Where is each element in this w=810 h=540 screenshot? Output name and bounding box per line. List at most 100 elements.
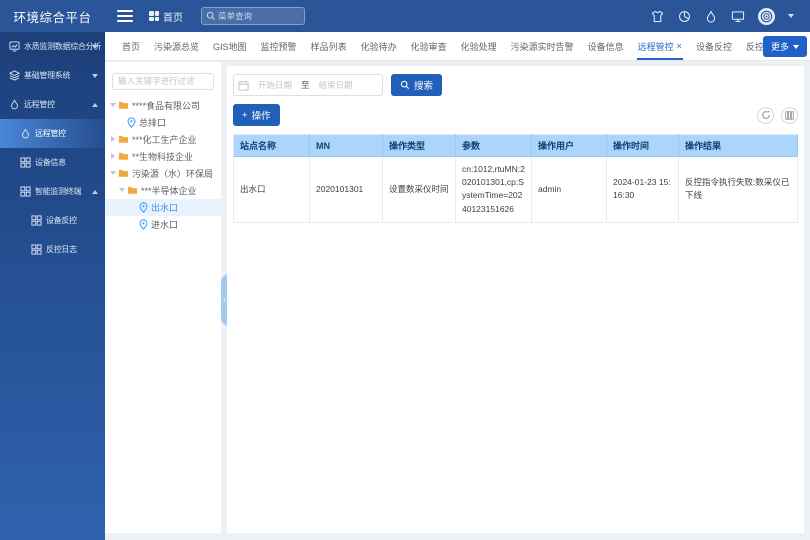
sidebar-item[interactable]: 远程管控	[0, 119, 105, 148]
sidebar-item[interactable]: 智能监测终端	[0, 177, 105, 206]
chevron-down-icon[interactable]	[788, 14, 794, 18]
remote-icon	[9, 99, 20, 110]
tab[interactable]: 污染源总览	[147, 32, 206, 60]
column-header: 操作时间	[607, 135, 679, 157]
menu-search	[201, 7, 305, 25]
site-tree-panel: ****食品有限公司总排口***化工生产企业**生物科技企业污染源（水）环保局*…	[105, 62, 221, 533]
refresh-icon	[761, 110, 771, 120]
sidebar-item[interactable]: 设备反控	[0, 206, 105, 235]
tab[interactable]: 远程管控×	[631, 32, 689, 60]
tree-node[interactable]: ***半导体企业	[105, 182, 221, 199]
caret-icon[interactable]	[117, 188, 126, 192]
menu-search-input[interactable]	[218, 8, 302, 24]
close-icon[interactable]: ×	[677, 42, 682, 51]
grid-icon	[31, 244, 42, 255]
grid-icon	[20, 186, 31, 197]
table-header-row: 站点名称MN操作类型参数操作用户操作时间操作结果	[234, 135, 798, 157]
folder-icon	[118, 151, 129, 161]
grid-icon	[31, 215, 42, 226]
table-cell: 2020101301	[310, 157, 383, 223]
tab[interactable]: 首页	[115, 32, 147, 60]
tab[interactable]: 化验处理	[454, 32, 504, 60]
pie-chart-icon[interactable]	[677, 9, 691, 23]
tab-bar: 首页污染源总览GIS地图监控预警样品列表化验待办化验审查化验处理污染源实时告警设…	[105, 32, 810, 61]
search-button[interactable]: 搜索	[391, 74, 442, 96]
tree-node[interactable]: 进水口	[105, 216, 221, 233]
tree-node[interactable]: 出水口	[105, 199, 221, 216]
app-title: 环境综合平台	[0, 7, 105, 26]
action-button[interactable]: + 操作	[233, 104, 280, 126]
header-home-link[interactable]: 首页	[149, 9, 183, 24]
sidebar-item[interactable]: 基础管理系统	[0, 61, 105, 90]
table-cell: 2024-01-23 15:16:30	[607, 157, 679, 223]
tab[interactable]: 化验待办	[354, 32, 404, 60]
pin-icon	[139, 219, 148, 230]
caret-icon[interactable]	[108, 153, 117, 159]
more-tabs-button[interactable]: 更多	[763, 36, 807, 57]
content-area: ****食品有限公司总排口***化工生产企业**生物科技企业污染源（水）环保局*…	[105, 62, 810, 540]
tree-node[interactable]: ****食品有限公司	[105, 97, 221, 114]
column-settings-button[interactable]	[781, 107, 798, 124]
table-cell: 反控指令执行失败:数采仪已下线	[679, 157, 798, 223]
remote-icon	[20, 128, 31, 139]
flame-icon[interactable]	[704, 9, 718, 23]
table-cell: 出水口	[234, 157, 310, 223]
tab[interactable]: 监控预警	[254, 32, 304, 60]
tab[interactable]: 设备信息	[581, 32, 631, 60]
column-header: 参数	[456, 135, 532, 157]
table-cell: 设置数采仪时间	[383, 157, 456, 223]
tree-node[interactable]: ***化工生产企业	[105, 131, 221, 148]
sidebar-item[interactable]: 设备信息	[0, 148, 105, 177]
refresh-button[interactable]	[757, 107, 774, 124]
tab[interactable]: 化验审查	[404, 32, 454, 60]
system-icon	[9, 70, 20, 81]
caret-icon[interactable]	[108, 136, 117, 142]
column-header: 操作用户	[532, 135, 607, 157]
analysis-icon	[9, 41, 20, 52]
tree-node[interactable]: **生物科技企业	[105, 148, 221, 165]
tab[interactable]: 设备反控	[689, 32, 739, 60]
chevron-down-icon	[793, 45, 799, 49]
tree-node[interactable]: 污染源（水）环保局	[105, 165, 221, 182]
tab[interactable]: 样品列表	[304, 32, 354, 60]
avatar[interactable]	[758, 8, 775, 25]
grid-icon	[20, 157, 31, 168]
home-grid-icon	[149, 11, 159, 21]
caret-icon[interactable]	[108, 171, 117, 175]
tree-node[interactable]: 总排口	[105, 114, 221, 131]
tab[interactable]: 污染源实时告警	[504, 32, 581, 60]
table-row[interactable]: 出水口2020101301设置数采仪时间cn:1012,rtuMN:202010…	[234, 157, 798, 223]
sidebar: 水质监测数据综合分析基础管理系统远程管控远程管控设备信息智能监测终端设备反控反控…	[0, 32, 105, 540]
caret-icon[interactable]	[108, 103, 117, 107]
search-icon	[206, 11, 216, 21]
sidebar-item[interactable]: 反控日志	[0, 235, 105, 264]
pin-icon	[139, 202, 148, 213]
folder-icon	[127, 185, 138, 195]
pin-icon	[127, 117, 136, 128]
hamburger-menu-icon[interactable]	[117, 10, 133, 22]
tree-filter-input[interactable]	[112, 73, 214, 90]
folder-icon	[118, 100, 129, 110]
column-header: 操作类型	[383, 135, 456, 157]
sidebar-item[interactable]: 远程管控	[0, 90, 105, 119]
main-panel: 至 搜索 + 操作	[227, 66, 804, 533]
site-tree: ****食品有限公司总排口***化工生产企业**生物科技企业污染源（水）环保局*…	[105, 97, 221, 233]
chevron-down-icon	[92, 74, 98, 78]
end-date-input[interactable]	[312, 80, 360, 90]
column-header: 站点名称	[234, 135, 310, 157]
start-date-input[interactable]	[251, 80, 299, 90]
tab[interactable]: GIS地图	[206, 32, 254, 60]
chevron-up-icon	[92, 103, 98, 107]
table-cell: cn:1012,rtuMN:2020101301,cp:SystemTime=2…	[456, 157, 532, 223]
app-window: 环境综合平台 首页	[0, 0, 810, 540]
column-header: 操作结果	[679, 135, 798, 157]
operation-log-table: 站点名称MN操作类型参数操作用户操作时间操作结果 出水口2020101301设置…	[233, 134, 798, 223]
calendar-icon	[238, 80, 249, 91]
date-range-picker: 至	[233, 74, 383, 96]
monitor-icon[interactable]	[731, 9, 745, 23]
chevron-down-icon	[92, 45, 98, 49]
theme-icon[interactable]	[650, 9, 664, 23]
table-cell: admin	[532, 157, 607, 223]
sidebar-item[interactable]: 水质监测数据综合分析	[0, 32, 105, 61]
plus-icon: +	[242, 110, 248, 121]
